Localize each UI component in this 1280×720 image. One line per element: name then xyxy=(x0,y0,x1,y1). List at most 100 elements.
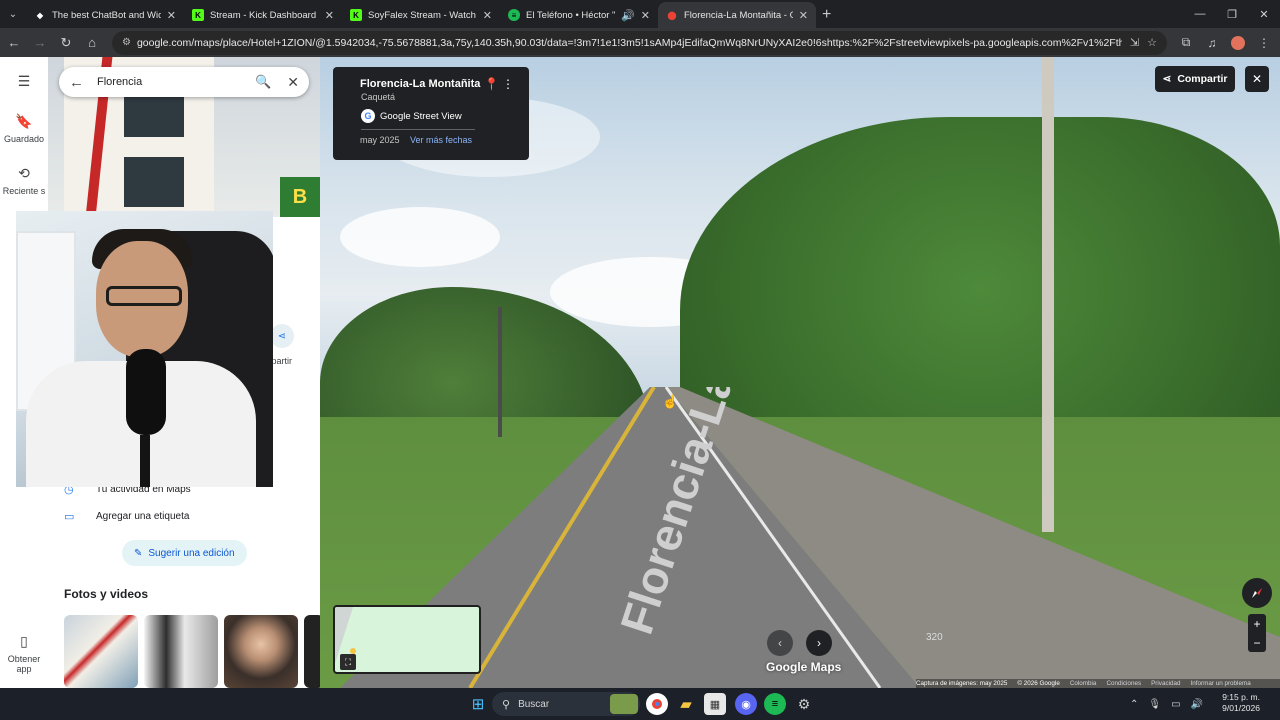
road-marker: 320 xyxy=(926,632,943,643)
restore-icon[interactable]: ❐ xyxy=(1216,0,1248,28)
google-maps-icon: ⬤ xyxy=(667,10,677,20)
rail-saved[interactable]: 🔖 Guardado xyxy=(0,113,48,144)
bookmark-icon: 🔖 xyxy=(15,113,33,129)
reload-icon[interactable]: ↻ xyxy=(54,31,78,55)
new-tab-button[interactable]: + xyxy=(822,2,831,28)
close-icon[interactable]: ✕ xyxy=(325,9,334,22)
network-icon[interactable]: ▭ xyxy=(1171,699,1180,710)
tab-kick-dashboard[interactable]: K Stream - Kick Dashboard ✕ xyxy=(184,2,342,28)
more-dates-link[interactable]: Ver más fechas xyxy=(410,135,472,145)
url-text: google.com/maps/place/Hotel+1ZION/@1.594… xyxy=(136,36,1122,49)
browser-tab-bar: ⌄ ◆ The best ChatBot and Widgets ✕ K Str… xyxy=(0,0,1280,28)
tab-title: El Teléfono • Héctor "El Fath xyxy=(526,9,615,21)
street-view-info-card: Florencia-La Montañita Caquetá G Google S… xyxy=(333,67,529,160)
share-button[interactable]: ⋖ Compartir xyxy=(1155,66,1235,92)
share-button-label: Compartir xyxy=(1177,73,1228,85)
map-pin-icon[interactable]: 📍 xyxy=(484,77,499,91)
privacy-link[interactable]: Privacidad xyxy=(1151,680,1180,687)
close-icon[interactable]: ✕ xyxy=(483,9,492,22)
next-arrow-icon[interactable]: › xyxy=(806,630,832,656)
photo-thumbnail[interactable] xyxy=(144,615,218,688)
microphone-icon[interactable]: 🎙 xyxy=(1148,699,1161,710)
tab-soyfalex-stream[interactable]: K SoyFalex Stream - Watch Live o ✕ xyxy=(342,2,500,28)
add-label-row[interactable]: ▭ Agregar una etiqueta xyxy=(64,510,189,523)
report-link[interactable]: Informar un problema xyxy=(1191,680,1251,687)
store-icon[interactable]: ▦ xyxy=(704,693,726,715)
street-view-title: Florencia-La Montañita xyxy=(360,78,481,90)
tab-title: Florencia-La Montañita - Googl xyxy=(684,9,793,21)
file-explorer-icon[interactable]: ▰ xyxy=(675,693,697,715)
history-icon: ⟲ xyxy=(18,165,30,181)
tab-google-maps[interactable]: ⬤ Florencia-La Montañita - Googl ✕ xyxy=(658,2,816,28)
compass-icon[interactable] xyxy=(1242,578,1272,608)
clear-icon[interactable]: ✕ xyxy=(287,74,299,91)
minimize-icon[interactable]: — xyxy=(1184,0,1216,28)
photo-thumbnail[interactable] xyxy=(64,615,138,688)
tab-search-button[interactable]: ⌄ xyxy=(0,0,26,28)
taskbar-search-label: Buscar xyxy=(518,698,550,710)
suggest-edit-button[interactable]: ✎ Sugerir una edición xyxy=(122,540,247,566)
chatbot-icon: ◆ xyxy=(36,10,44,20)
install-icon[interactable]: ⇲ xyxy=(1130,36,1139,49)
more-options-icon[interactable]: ⋮ xyxy=(502,77,514,91)
address-bar[interactable]: ⚙ google.com/maps/place/Hotel+1ZION/@1.5… xyxy=(112,30,1167,55)
chrome-icon[interactable] xyxy=(646,693,668,715)
chevron-up-icon[interactable]: ⌃ xyxy=(1130,699,1138,710)
tab-chatbot[interactable]: ◆ The best ChatBot and Widgets ✕ xyxy=(26,2,184,28)
microphone-icon xyxy=(126,349,166,435)
close-window-icon[interactable]: ✕ xyxy=(1248,0,1280,28)
taskbar-clock[interactable]: 9:15 p. m. 9/01/2026 xyxy=(1210,692,1260,714)
back-arrow-icon[interactable]: ← xyxy=(69,74,91,91)
menu-button[interactable]: ☰ xyxy=(0,73,48,94)
back-icon[interactable]: ← xyxy=(2,31,26,55)
extensions-icon[interactable]: ⧉ xyxy=(1173,31,1199,55)
mini-map[interactable]: ⛶ xyxy=(333,605,481,674)
rail-label: Reciente s xyxy=(2,186,46,196)
volume-icon[interactable]: 🔊 xyxy=(1191,699,1203,710)
close-icon[interactable]: ✕ xyxy=(799,9,808,22)
expand-icon[interactable]: ⛶ xyxy=(340,654,356,670)
search-box: ← 🔍 ✕ xyxy=(59,67,309,97)
capture-date: may 2025 xyxy=(360,135,400,145)
windows-start-icon[interactable]: ⊞ xyxy=(467,693,489,715)
pencil-icon: ✎ xyxy=(134,547,143,559)
rail-get-app[interactable]: ▯ Obtener app xyxy=(0,633,48,674)
kick-icon: K xyxy=(350,9,362,21)
close-icon[interactable]: ✕ xyxy=(641,9,650,22)
discord-icon[interactable]: ◉ xyxy=(735,693,757,715)
country-link[interactable]: Colombia xyxy=(1070,680,1097,687)
media-controls-icon[interactable]: ♫ xyxy=(1199,31,1225,55)
tab-title: The best ChatBot and Widgets xyxy=(52,9,161,21)
search-input[interactable] xyxy=(97,76,248,88)
hamburger-icon: ☰ xyxy=(17,73,31,89)
tab-spotify[interactable]: ≡ El Teléfono • Héctor "El Fath 🔊 ✕ xyxy=(500,2,658,28)
previous-arrow-icon[interactable]: ‹ xyxy=(767,630,793,656)
photo-thumbnail[interactable] xyxy=(224,615,298,688)
rail-recent[interactable]: ⟲ Reciente s xyxy=(0,165,48,196)
close-icon[interactable]: ✕ xyxy=(167,9,176,22)
spotify-icon[interactable]: ≡ xyxy=(764,693,786,715)
spotify-icon: ≡ xyxy=(508,9,520,21)
settings-app-icon[interactable]: ⚙ xyxy=(793,693,815,715)
terms-link[interactable]: Condiciones xyxy=(1106,680,1141,687)
system-tray: ⌃ 🎙 ▭ 🔊 xyxy=(1130,690,1213,718)
share-icon: ⋖ xyxy=(1162,73,1172,85)
forward-icon[interactable]: → xyxy=(28,31,52,55)
widgets-icon[interactable] xyxy=(610,694,638,714)
photo-thumbnail[interactable] xyxy=(304,615,320,688)
zoom-in-icon[interactable]: + xyxy=(1253,617,1260,631)
speaker-icon[interactable]: 🔊 xyxy=(621,9,635,22)
site-info-icon[interactable]: ⚙ xyxy=(122,37,131,48)
home-icon[interactable]: ⌂ xyxy=(80,31,104,55)
close-street-view-button[interactable]: ✕ xyxy=(1245,66,1269,92)
zoom-control: + − xyxy=(1248,614,1266,652)
zoom-out-icon[interactable]: − xyxy=(1253,636,1260,650)
suggest-edit-label: Sugerir una edición xyxy=(148,547,235,559)
bookmark-star-icon[interactable]: ☆ xyxy=(1147,36,1157,49)
search-icon[interactable]: 🔍 xyxy=(255,74,271,90)
profile-avatar[interactable] xyxy=(1231,35,1245,50)
clock-date: 9/01/2026 xyxy=(1222,703,1260,713)
more-menu-icon[interactable]: ⋮ xyxy=(1251,31,1277,55)
search-icon: ⚲ xyxy=(502,698,511,711)
share-icon[interactable]: ⋖ xyxy=(270,324,294,348)
